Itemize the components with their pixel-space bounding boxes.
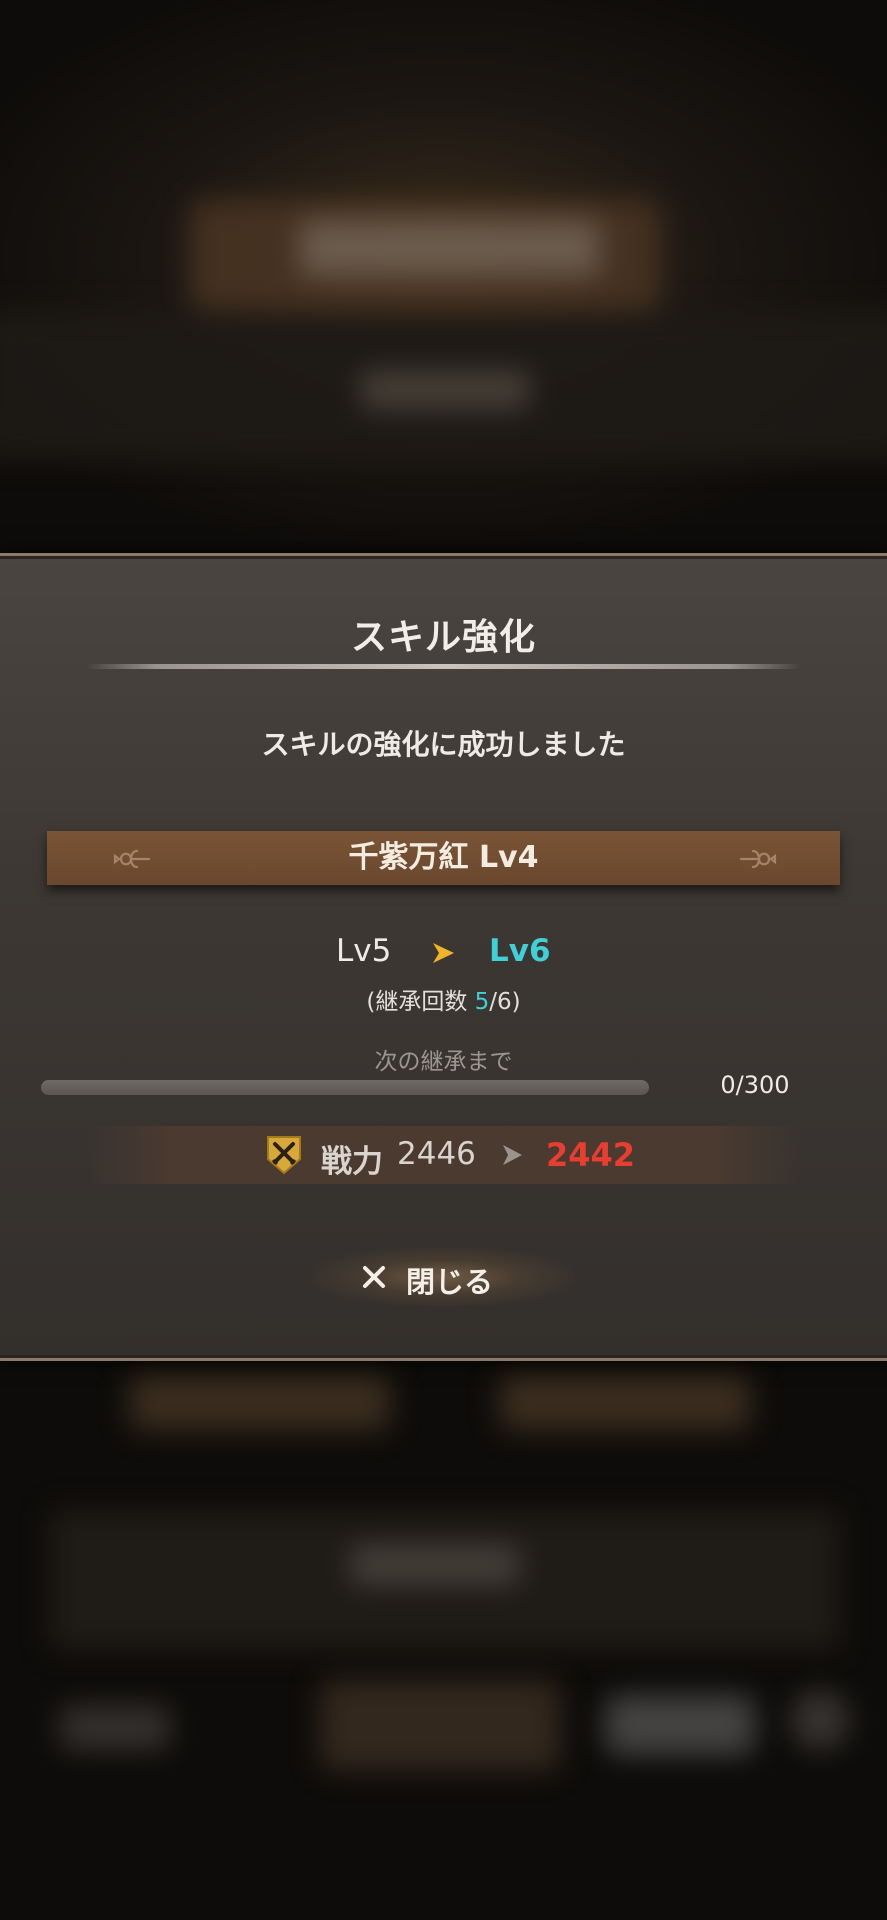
background-button-left [130,1375,390,1430]
background-element-4 [790,1690,850,1750]
success-message: スキルの強化に成功しました [261,728,626,761]
power-to: 2442 [546,1136,636,1174]
inherit-count: (継承回数 5/6) [0,982,887,1016]
background-element-1 [60,1705,170,1750]
background-element-3 [605,1695,755,1755]
level-change: Lv5 Lv6 [0,933,887,977]
close-icon [363,1266,385,1288]
inherit-progress-bar [41,1080,649,1095]
power-label: 戦力 [321,1144,383,1180]
skill-upgrade-dialog: スキル強化 スキルの強化に成功しました 千紫万紅 Lv4 Lv5 Lv6 (継承… [0,553,887,1361]
screen: スキル強化 スキルの強化に成功しました 千紫万紅 Lv4 Lv5 Lv6 (継承… [0,0,887,1920]
level-from: Lv5 [336,933,392,969]
inherit-progress-text: 0/300 [720,1071,790,1099]
close-label: 閉じる [406,1265,494,1299]
dialog-title: スキル強化 [350,617,536,658]
chevron-right-icon [503,1145,522,1165]
skill-name-banner: 千紫万紅 Lv4 [47,831,840,885]
level-to: Lv6 [489,933,551,969]
background-bottom-text-blur [350,1545,520,1585]
skill-name: 千紫万紅 Lv4 [348,840,539,875]
background-element-2 [320,1680,560,1770]
close-button[interactable]: 閉じる [312,1248,574,1306]
inherit-prefix: (継承回数 [366,989,475,1015]
inherit-current: 5 [474,989,490,1015]
power-change: 戦力 2446 2442 [85,1126,802,1184]
inherit-suffix: /6) [489,989,521,1015]
scroll-ornament-icon [739,849,777,869]
title-divider [86,664,801,669]
background-title-blur [300,220,600,276]
background-button-right [500,1375,750,1430]
power-from: 2446 [397,1136,476,1172]
chevron-right-icon [433,943,454,963]
crossed-swords-shield-icon [267,1136,301,1175]
background-subtitle-blur [360,370,530,410]
